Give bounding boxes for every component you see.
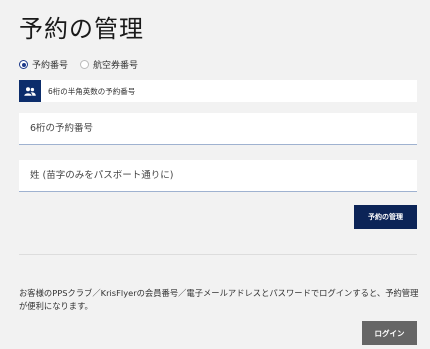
manage-booking-button[interactable]: 予約の管理 (354, 205, 417, 229)
users-icon (19, 80, 41, 102)
login-note: お客様のPPSクラブ／KrisFlyerの会員番号／電子メールアドレスとパスワー… (19, 288, 419, 311)
last-name-field[interactable] (19, 160, 417, 192)
radio-label-ticket-number: 航空券番号 (93, 61, 139, 71)
last-name-input[interactable] (30, 170, 406, 181)
info-hint-bar: 6桁の半角英数の予約番号 (19, 80, 417, 102)
radio-label-booking-reference: 予約番号 (32, 61, 69, 71)
booking-reference-field[interactable] (19, 113, 417, 145)
radio-selected-indicator[interactable] (19, 60, 28, 69)
page-title: 予約の管理 (19, 15, 144, 43)
section-divider (19, 254, 417, 255)
lookup-type-radio-group: 予約番号 航空券番号 (19, 58, 138, 71)
booking-reference-input[interactable] (30, 123, 406, 134)
login-button[interactable]: ログイン (362, 321, 417, 345)
radio-booking-reference[interactable]: 予約番号 (19, 58, 68, 71)
info-hint-text: 6桁の半角英数の予約番号 (48, 86, 136, 96)
radio-unselected-indicator[interactable] (80, 60, 90, 69)
radio-ticket-number[interactable]: 航空券番号 (80, 58, 138, 71)
